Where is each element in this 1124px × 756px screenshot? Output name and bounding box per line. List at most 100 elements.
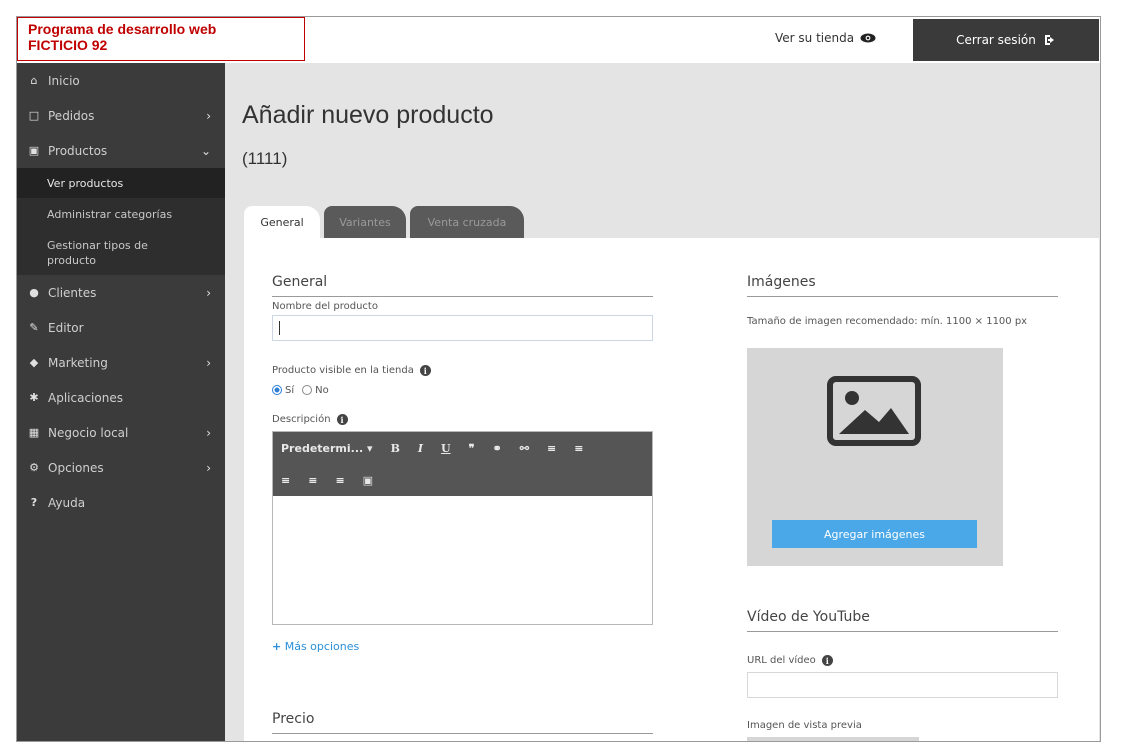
image-dropzone[interactable]: Agregar imágenes xyxy=(747,348,1003,566)
product-name-input[interactable] xyxy=(272,315,653,341)
section-images-title: Imágenes xyxy=(747,274,1058,297)
sidebar-item-marketing[interactable]: ◆ Marketing › xyxy=(17,345,225,380)
visible-no-radio[interactable]: No xyxy=(302,385,329,396)
orders-icon: □ xyxy=(28,109,40,122)
tab-general[interactable]: General xyxy=(244,206,320,238)
preview-image-label-text: Imagen de vista previa xyxy=(747,720,862,731)
sidebar-item-label: Marketing xyxy=(48,355,108,370)
chevron-right-icon: › xyxy=(206,355,211,370)
cart-icon: ▣ xyxy=(28,144,40,157)
top-bar: Programa de desarrollo web FICTICIO 92 V… xyxy=(17,17,1100,63)
add-images-button[interactable]: Agregar imágenes xyxy=(772,520,977,548)
help-icon: ? xyxy=(30,496,38,509)
sidebar-item-pedidos[interactable]: □ Pedidos › xyxy=(17,98,225,133)
section-youtube-title: Vídeo de YouTube xyxy=(747,609,1058,632)
preview-image-label: Imagen de vista previa xyxy=(747,720,862,731)
page-title: Añadir nuevo producto xyxy=(242,101,494,129)
chevron-down-icon: ⌄ xyxy=(200,143,211,158)
description-label-text: Descripción xyxy=(272,414,331,425)
sidebar-item-label: Editor xyxy=(48,320,84,335)
sidebar-item-label: Pedidos xyxy=(48,108,95,123)
sidebar-item-label: Clientes xyxy=(48,285,97,300)
video-url-label-text: URL del vídeo xyxy=(747,655,816,666)
section-price-title: Precio xyxy=(272,711,653,734)
pencil-icon: ✎ xyxy=(29,321,39,334)
video-url-input[interactable] xyxy=(747,672,1058,698)
quote-icon[interactable]: ❞ xyxy=(469,442,475,455)
info-icon: i xyxy=(821,655,833,666)
home-icon: ⌂ xyxy=(30,74,38,87)
more-options-label: Más opciones xyxy=(284,640,360,653)
image-placeholder-icon xyxy=(827,376,921,446)
ordered-list-icon[interactable]: ≡ xyxy=(547,442,556,455)
sidebar-item-negocio-local[interactable]: ▦ Negocio local › xyxy=(17,415,225,450)
sidebar-item-label: Inicio xyxy=(48,73,80,88)
tab-variantes[interactable]: Variantes xyxy=(324,206,406,238)
image-size-hint: Tamaño de imagen recomendado: mín. 1100 … xyxy=(747,316,1028,327)
sidebar-subitem-label: Gestionar tipos de producto xyxy=(47,239,148,267)
sidebar-subitem-ver-productos[interactable]: Ver productos xyxy=(17,168,225,198)
editor-toolbar: Predetermi... ▾ B I U ❞ ⚭ ⚯ ≡ ≡ ≡ ≡ ≡ ▣ xyxy=(273,432,652,496)
product-name-label-text: Nombre del producto xyxy=(272,301,378,312)
view-store-link[interactable]: Ver su tienda xyxy=(775,31,876,45)
chevron-right-icon: › xyxy=(206,425,211,440)
radio-no-label: No xyxy=(315,385,329,396)
unlink-icon[interactable]: ⚯ xyxy=(520,442,529,455)
link-icon[interactable]: ⚭ xyxy=(493,442,502,455)
eye-icon xyxy=(860,33,876,43)
info-icon: i xyxy=(336,414,348,425)
sidebar-item-clientes[interactable]: ● Clientes › xyxy=(17,275,225,310)
sidebar-item-label: Negocio local xyxy=(48,425,129,440)
sidebar-item-inicio[interactable]: ⌂ Inicio xyxy=(17,63,225,98)
product-form-card: General Nombre del producto Producto vis… xyxy=(244,238,1099,741)
format-dropdown-label: Predetermi... xyxy=(281,441,364,455)
app-window: Programa de desarrollo web FICTICIO 92 V… xyxy=(16,16,1101,742)
brand-line-1: Programa de desarrollo web xyxy=(28,21,217,37)
sidebar-item-opciones[interactable]: ⚙ Opciones › xyxy=(17,450,225,485)
editor-body[interactable] xyxy=(273,496,652,624)
puzzle-icon: ✱ xyxy=(29,391,39,404)
underline-icon[interactable]: U xyxy=(441,442,451,455)
sidebar-item-label: Productos xyxy=(48,143,108,158)
sidebar-subitem-label: Ver productos xyxy=(47,176,124,190)
sidebar-item-label: Aplicaciones xyxy=(48,390,123,405)
format-dropdown[interactable]: Predetermi... ▾ xyxy=(281,442,373,455)
radio-checked-icon xyxy=(272,385,282,395)
section-general-title: General xyxy=(272,274,653,297)
align-center-icon[interactable]: ≡ xyxy=(308,474,317,487)
align-right-icon[interactable]: ≡ xyxy=(335,474,344,487)
brand-logo: Programa de desarrollo web FICTICIO 92 xyxy=(17,17,305,61)
sidebar-item-ayuda[interactable]: ? Ayuda xyxy=(17,485,225,520)
unordered-list-icon[interactable]: ≡ xyxy=(574,442,583,455)
sidebar-subitem-gestionar-tipos[interactable]: Gestionar tipos de producto xyxy=(17,231,225,275)
sidebar: ⌂ Inicio □ Pedidos › ▣ Productos ⌄ Ver p… xyxy=(17,63,225,741)
italic-icon[interactable]: I xyxy=(418,442,423,455)
sidebar-subitem-administrar-categorias[interactable]: Administrar categorías xyxy=(17,198,225,231)
more-options-link[interactable]: + Más opciones xyxy=(272,640,359,653)
sidebar-item-editor[interactable]: ✎ Editor xyxy=(17,310,225,345)
view-store-label: Ver su tienda xyxy=(775,31,855,45)
logout-button[interactable]: Cerrar sesión xyxy=(913,19,1099,61)
radio-yes-label: Sí xyxy=(285,385,295,396)
source-code-icon[interactable]: ▣ xyxy=(363,474,373,487)
align-left-icon[interactable]: ≡ xyxy=(281,474,290,487)
main-content: Añadir nuevo producto (1111) General Var… xyxy=(225,63,1100,741)
chevron-right-icon: › xyxy=(206,460,211,475)
store-icon: ▦ xyxy=(28,426,40,439)
sidebar-subitem-label: Administrar categorías xyxy=(47,208,173,221)
visible-label: Producto visible en la tienda i xyxy=(272,365,431,376)
sign-out-icon xyxy=(1044,35,1054,45)
product-name-label: Nombre del producto xyxy=(272,301,378,312)
chevron-right-icon: › xyxy=(206,285,211,300)
visible-yes-radio[interactable]: Sí xyxy=(272,385,294,396)
users-icon: ● xyxy=(29,286,39,299)
preview-image-box[interactable] xyxy=(747,737,919,741)
plus-icon: + xyxy=(272,640,282,653)
sidebar-item-aplicaciones[interactable]: ✱ Aplicaciones xyxy=(17,380,225,415)
sidebar-item-productos[interactable]: ▣ Productos ⌄ xyxy=(17,133,225,168)
tab-venta-cruzada[interactable]: Venta cruzada xyxy=(410,206,524,238)
video-url-label: URL del vídeo i xyxy=(747,655,833,666)
bold-icon[interactable]: B xyxy=(391,442,400,455)
radio-unchecked-icon xyxy=(302,385,313,395)
brand-line-2: FICTICIO 92 xyxy=(28,37,108,53)
